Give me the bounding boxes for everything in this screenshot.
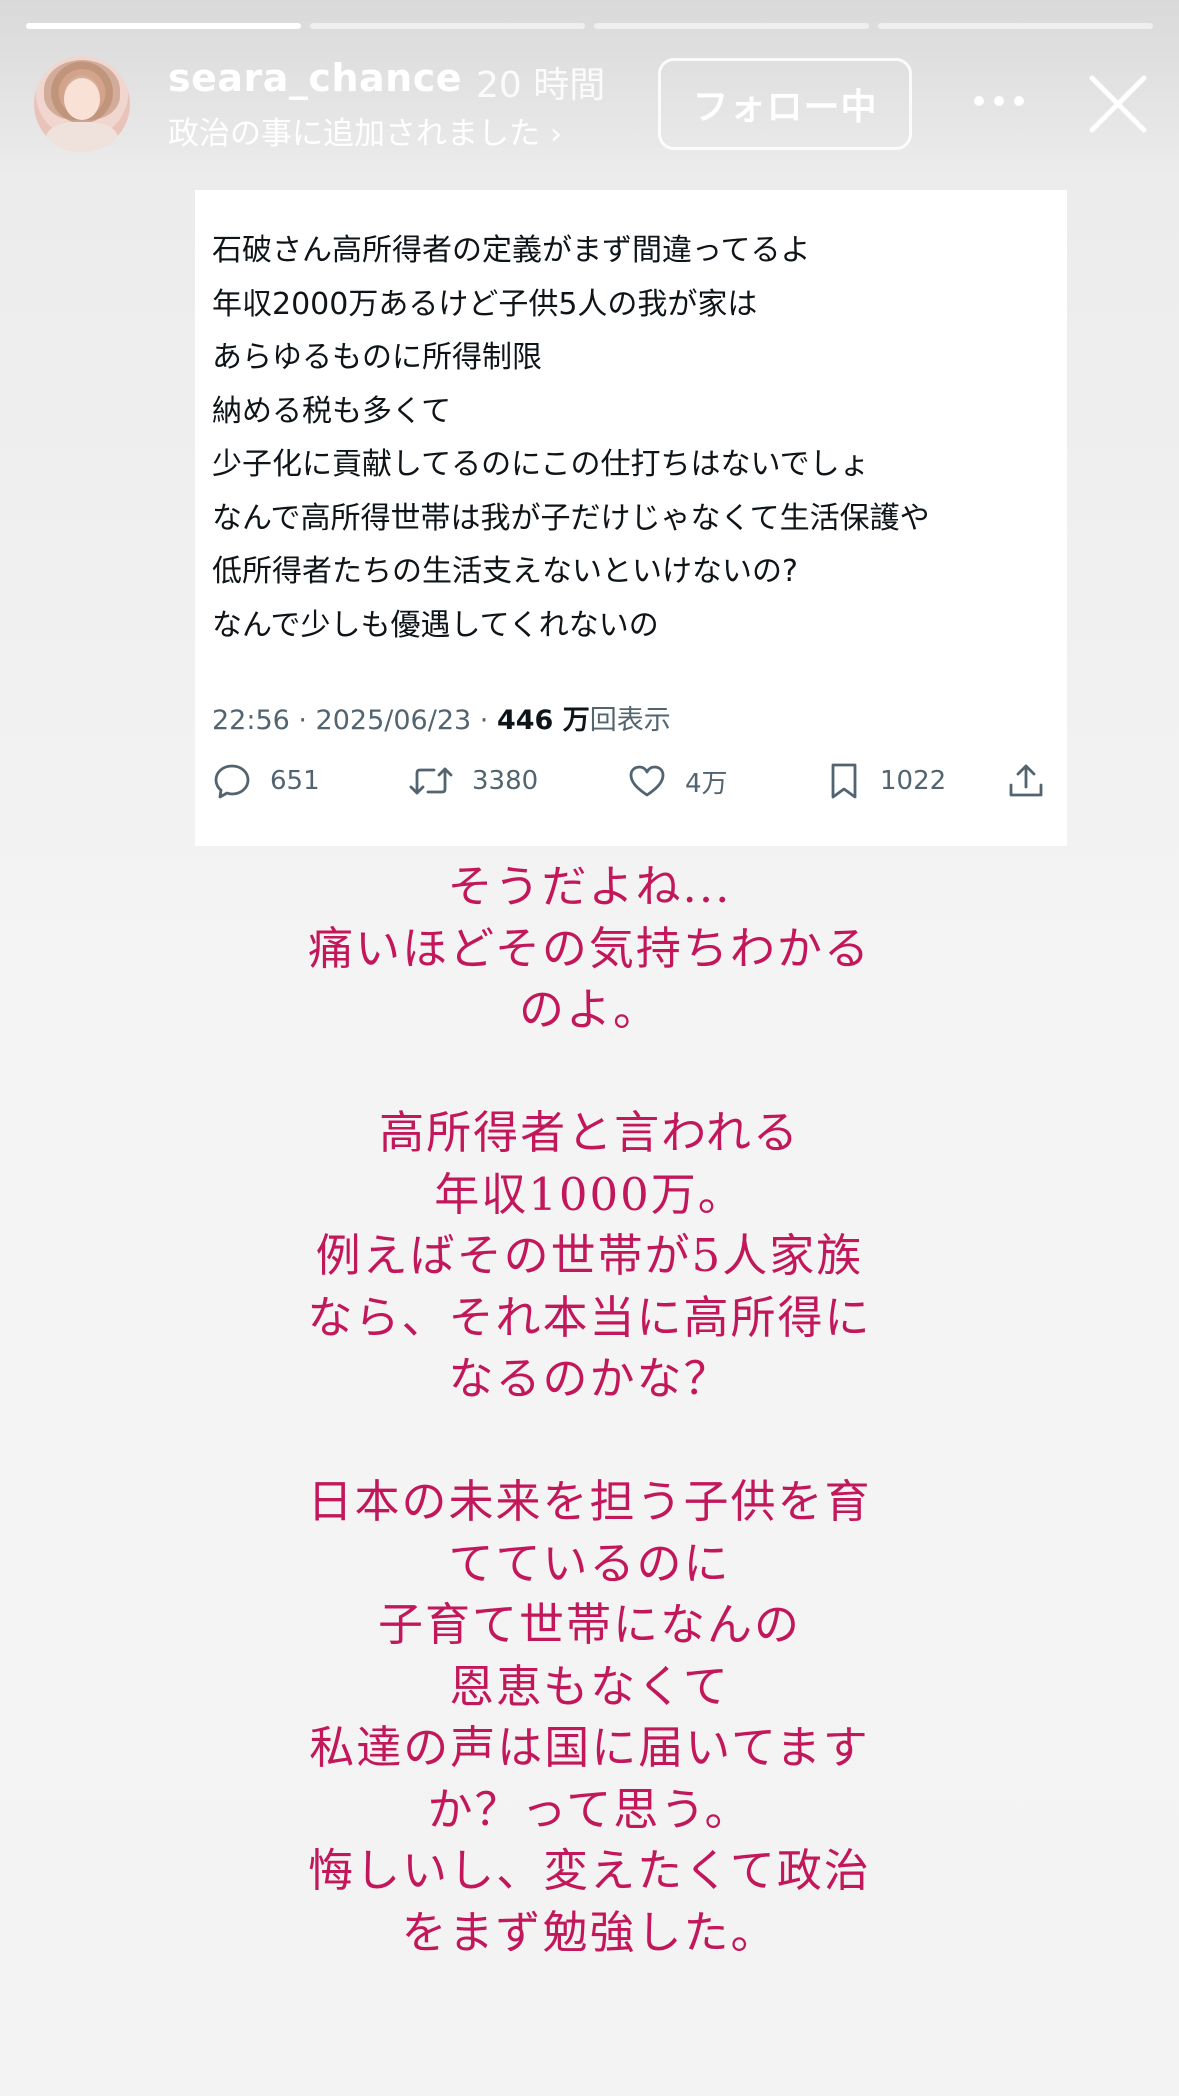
caption-line: 年収1000万。 xyxy=(434,1167,745,1221)
repost-icon xyxy=(409,767,453,795)
tweet-line: 納める税も多くて xyxy=(212,393,452,429)
caption-line: 例えばその世帯が5人家族 xyxy=(315,1229,864,1282)
tweet-line: 少子化に貢献してるのにこの仕打ちはないでしょ xyxy=(212,447,870,482)
time-ago: 20 時間 xyxy=(476,65,606,106)
bookmark-count: 1022 xyxy=(880,766,947,796)
highlight-added-link[interactable]: 政治の事に追加されました › xyxy=(168,108,562,153)
avatar-body xyxy=(46,122,118,152)
tweet-line: あらゆるものに所得制限 xyxy=(212,340,542,375)
progress-segment xyxy=(878,23,1153,29)
caption-line xyxy=(0,1041,1179,1103)
tweet-line: 石破さん高所得者の定義がまず間違ってるよ xyxy=(212,233,811,268)
share-action xyxy=(1006,756,1046,806)
like-action: 4万 xyxy=(627,756,728,806)
progress-segment xyxy=(594,23,869,29)
tweet-views-label: 回表示 xyxy=(589,705,671,736)
caption-line: のよ。 xyxy=(518,983,660,1036)
caption-line: をまず勉強した。 xyxy=(401,1905,778,1959)
highlight-added-label: 政治の事に追加されました xyxy=(168,116,540,152)
bookmark-action: 1022 xyxy=(826,756,946,806)
following-button[interactable]: フォロー中 xyxy=(658,58,912,150)
avatar-face xyxy=(64,78,100,120)
avatar[interactable] xyxy=(34,56,130,152)
caption-line: 日本の未来を担う子供を育 xyxy=(307,1475,872,1528)
tweet-timestamp: 22:56 · 2025/06/23 · xyxy=(212,705,497,736)
tweet-meta: 22:56 · 2025/06/23 · 446 万回表示 xyxy=(212,698,671,737)
like-count: 4万 xyxy=(685,768,728,799)
caption-line: 痛いほどその気持ちわかる xyxy=(308,921,871,975)
progress-segment xyxy=(310,23,585,29)
caption-line: か？って思う。 xyxy=(427,1782,752,1836)
caption-line: 恩恵もなくて xyxy=(449,1659,730,1713)
progress-fill xyxy=(26,23,301,29)
repost-action: 3380 xyxy=(408,756,538,806)
caption-line: 子育て世帯になんの xyxy=(377,1598,801,1651)
caption-line: 悔しいし、変えたくて政治 xyxy=(308,1844,871,1897)
story-caption: そうだよね... 痛いほどその気持ちわかる のよ。 高所得者と言われる 年収10… xyxy=(0,856,1179,1963)
tweet-text: 石破さん高所得者の定義がまず間違ってるよ 年収2000万あるけど子供5人の我が家… xyxy=(212,224,1062,652)
caption-line xyxy=(0,1410,1179,1472)
tweet-line: 年収2000万あるけど子供5人の我が家は xyxy=(212,286,758,322)
caption-line: 高所得者と言われる xyxy=(379,1106,800,1159)
chevron-right-icon: › xyxy=(550,117,562,152)
username[interactable]: seara_chance xyxy=(168,56,462,100)
tweet-card: 石破さん高所得者の定義がまず間違ってるよ 年収2000万あるけど子供5人の我が家… xyxy=(195,190,1067,846)
caption-line: そうだよね... xyxy=(447,860,732,913)
caption-line: 私達の声は国に届いてます xyxy=(309,1721,870,1774)
story-progress xyxy=(26,23,1153,29)
share-icon xyxy=(1009,764,1043,797)
heart-icon xyxy=(629,765,665,797)
tweet-line: なんで高所得世帯は我が子だけじゃなくて生活保護や xyxy=(212,500,930,536)
caption-line: てているのに xyxy=(448,1536,731,1590)
reply-count: 651 xyxy=(270,766,320,796)
caption-line: なるのかな？ xyxy=(448,1352,731,1405)
repost-count: 3380 xyxy=(472,766,539,796)
reply-icon xyxy=(214,764,250,799)
reply-action: 651 xyxy=(212,756,320,806)
tweet-actions: 651 3380 4万 1022 xyxy=(212,756,1048,806)
progress-segment xyxy=(26,23,301,29)
tweet-line: 低所得者たちの生活支えないといけないの? xyxy=(212,554,798,589)
close-icon[interactable] xyxy=(1086,72,1150,136)
tweet-line: なんで少しも優遇してくれないの xyxy=(212,607,659,643)
bookmark-icon xyxy=(831,763,857,799)
caption-line: なら、それ本当に高所得に xyxy=(307,1290,872,1344)
tweet-views-count: 446 万 xyxy=(496,705,590,736)
more-options-icon[interactable] xyxy=(974,96,1024,108)
